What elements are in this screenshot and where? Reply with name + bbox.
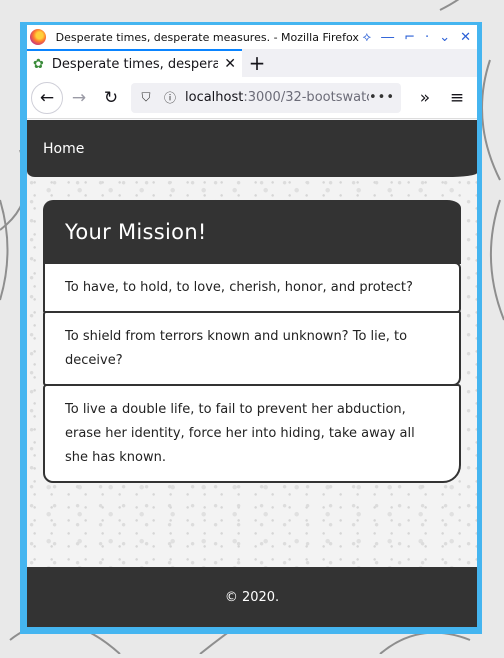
hamburger-menu-button[interactable]: ≡: [441, 82, 473, 114]
mission-card: Your Mission! To have, to hold, to love,…: [43, 200, 461, 483]
list-item: To have, to hold, to love, cherish, hono…: [43, 262, 461, 313]
nav-link-home[interactable]: Home: [43, 141, 84, 157]
site-footer: © 2020.: [27, 567, 477, 627]
url-path: :3000/32-bootswatch: [243, 90, 369, 105]
overflow-menu-button[interactable]: »: [409, 82, 441, 114]
page-actions-button[interactable]: •••: [369, 90, 395, 105]
shield-icon[interactable]: ⛉: [137, 90, 155, 105]
firefox-logo-icon: [30, 29, 46, 45]
reload-button[interactable]: ↻: [95, 82, 127, 114]
browser-window: Desperate times, desperate measures. - M…: [27, 25, 477, 627]
tab-close-icon[interactable]: ✕: [224, 56, 236, 72]
page-content: Home Your Mission! To have, to hold, to …: [27, 120, 477, 627]
url-host: localhost: [185, 90, 244, 105]
move-icon[interactable]: ⟡: [363, 30, 372, 45]
tab-title: Desperate times, desperate measures.: [51, 56, 219, 72]
chevron-down-icon[interactable]: ⌄: [439, 30, 450, 45]
arrow-left-icon: ←: [39, 87, 55, 108]
window-title: Desperate times, desperate measures. - M…: [55, 30, 359, 44]
url-text[interactable]: localhost:3000/32-bootswatch: [185, 90, 369, 105]
navigation-bar: ← → ↻ ⛉ ⓘ localhost:3000/32-bootswatch •…: [27, 77, 477, 119]
tab-bar: ✿ Desperate times, desperate measures. ✕…: [27, 49, 477, 77]
site-navbar: Home: [27, 120, 477, 177]
window-controls: ⟡ ― ⌐ · ⌄ ✕: [363, 30, 471, 45]
forward-button[interactable]: →: [63, 82, 95, 114]
maximize-icon[interactable]: ⌐: [404, 30, 415, 45]
reload-icon: ↻: [103, 87, 119, 108]
list-item: To shield from terrors known and unknown…: [43, 311, 461, 386]
dot-icon[interactable]: ·: [425, 30, 429, 45]
close-window-icon[interactable]: ✕: [460, 30, 471, 45]
url-bar[interactable]: ⛉ ⓘ localhost:3000/32-bootswatch •••: [131, 82, 401, 113]
tab-favicon-icon: ✿: [33, 56, 44, 72]
info-icon[interactable]: ⓘ: [161, 89, 179, 106]
tab-active[interactable]: ✿ Desperate times, desperate measures. ✕: [27, 49, 242, 77]
back-button[interactable]: ←: [31, 81, 63, 114]
arrow-right-icon: →: [71, 87, 87, 108]
minimize-icon[interactable]: ―: [381, 30, 394, 45]
list-item: To live a double life, to fail to preven…: [43, 384, 461, 483]
new-tab-button[interactable]: +: [242, 49, 272, 77]
title-bar: Desperate times, desperate measures. - M…: [27, 25, 477, 49]
card-title: Your Mission!: [43, 200, 461, 264]
